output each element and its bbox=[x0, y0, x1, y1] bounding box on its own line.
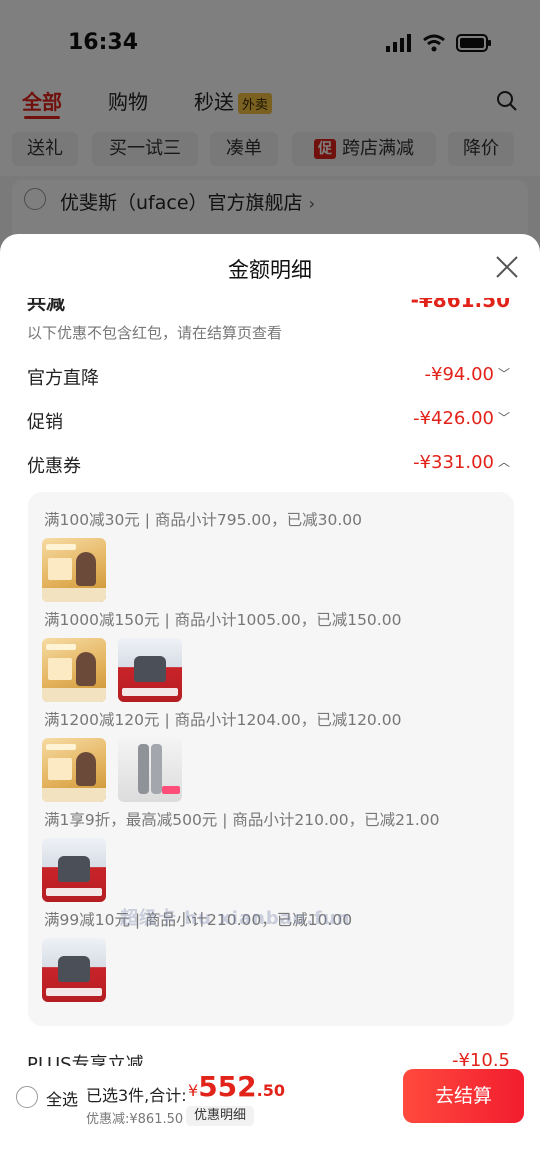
product-thumb-red[interactable] bbox=[118, 638, 182, 702]
product-thumb-gold[interactable] bbox=[42, 638, 106, 702]
promotion-row[interactable]: 促销 -¥426.00 ﹀ bbox=[27, 408, 510, 438]
promotion-amount: -¥426.00 bbox=[413, 408, 494, 429]
coupon-line-3: 满1200减120元 | 商品小计1204.00，已减120.00 bbox=[44, 711, 402, 729]
coupon-line-2: 满1000减150元 | 商品小计1005.00，已减150.00 bbox=[44, 611, 402, 629]
promotion-amount-group: -¥426.00 ﹀ bbox=[413, 408, 510, 429]
discount-note: 以下优惠不包含红包，请在结算页查看 bbox=[27, 324, 283, 342]
promotion-label: 促销 bbox=[27, 412, 63, 433]
product-thumb-gold[interactable] bbox=[42, 738, 106, 802]
sheet-title: 金额明细 bbox=[228, 258, 312, 282]
total-price: ¥552.50 bbox=[188, 1070, 285, 1103]
select-all-radio[interactable] bbox=[16, 1086, 38, 1108]
product-thumb-red[interactable] bbox=[42, 838, 106, 902]
coupon-amount: -¥331.00 bbox=[413, 452, 494, 473]
discount-detail-button[interactable]: 优惠明细 bbox=[186, 1106, 255, 1126]
total-discount-amount: -¥861.50 bbox=[410, 298, 510, 312]
chevron-down-icon: ﹀ bbox=[498, 411, 511, 425]
checkout-button[interactable]: 去结算 bbox=[403, 1069, 524, 1123]
product-thumb-red[interactable] bbox=[42, 938, 106, 1002]
official-drop-row[interactable]: 官方直降 -¥94.00 ﹀ bbox=[27, 364, 510, 394]
official-drop-amount: -¥94.00 bbox=[424, 364, 494, 385]
product-thumb-gold[interactable] bbox=[42, 538, 106, 602]
amount-detail-sheet: 金额明细 共减 -¥861.50 以下优惠不包含红包，请在结算页查看 官方直降 … bbox=[0, 234, 540, 1174]
price-currency: ¥ bbox=[188, 1081, 199, 1100]
detail-content[interactable]: 共减 -¥861.50 以下优惠不包含红包，请在结算页查看 官方直降 -¥94.… bbox=[0, 298, 540, 1068]
coupon-line-1: 满100减30元 | 商品小计795.00，已减30.00 bbox=[44, 511, 362, 529]
selected-count: 已选3件,合计: bbox=[86, 1086, 187, 1105]
coupon-amount-group: -¥331.00 ︿ bbox=[413, 452, 510, 473]
official-drop-amount-group: -¥94.00 ﹀ bbox=[424, 364, 511, 385]
close-icon[interactable] bbox=[494, 254, 520, 280]
select-all-label[interactable]: 全选 bbox=[46, 1086, 78, 1110]
total-discount-label: 共减 bbox=[27, 298, 66, 314]
chevron-down-icon: ﹀ bbox=[498, 367, 511, 381]
total-discount-row: 共减 -¥861.50 bbox=[27, 298, 510, 318]
price-integer: 552 bbox=[198, 1070, 257, 1103]
coupon-label: 优惠券 bbox=[27, 456, 81, 477]
checkout-bar: 全选 已选3件,合计: ¥552.50 优惠减:¥861.50 优惠明细 去结算 bbox=[0, 1066, 540, 1128]
coupon-row[interactable]: 优惠券 -¥331.00 ︿ bbox=[27, 452, 510, 482]
watermark: 超级卡 hu xianbao.fun bbox=[120, 908, 351, 929]
coupon-line-4: 满1享9折，最高减500元 | 商品小计210.00，已减21.00 bbox=[44, 811, 440, 829]
discount-summary: 优惠减:¥861.50 bbox=[86, 1112, 184, 1127]
official-drop-label: 官方直降 bbox=[27, 368, 99, 389]
coupon-detail-box: 满100减30元 | 商品小计795.00，已减30.00 满1000减150元… bbox=[28, 492, 514, 1026]
price-decimal: .50 bbox=[256, 1081, 285, 1100]
product-thumb-pants[interactable] bbox=[118, 738, 182, 802]
chevron-up-icon: ︿ bbox=[498, 455, 511, 469]
